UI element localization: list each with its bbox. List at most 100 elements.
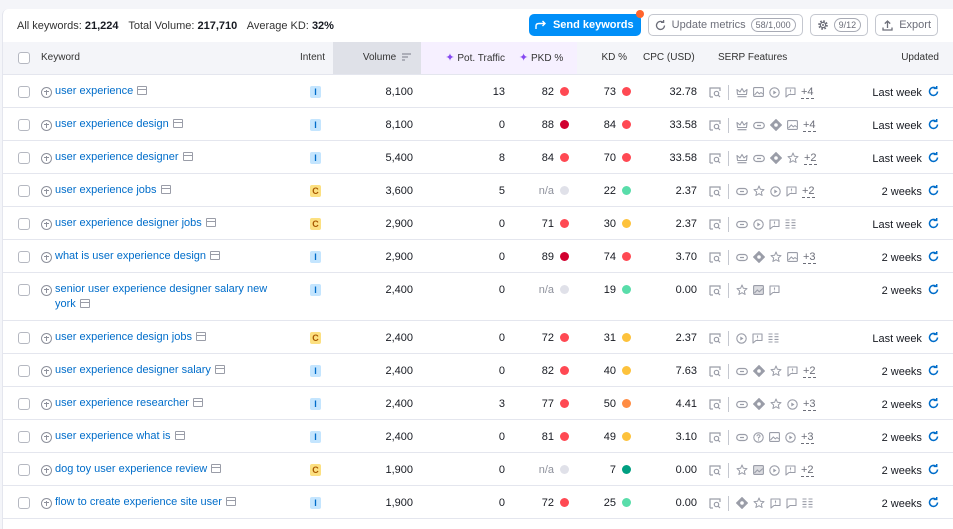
serp-more-button[interactable]: +3 <box>803 251 816 264</box>
serp-image-check-icon[interactable] <box>753 285 764 295</box>
serp-star-icon[interactable] <box>787 152 799 164</box>
keyword-link[interactable]: user experience <box>55 85 133 97</box>
keyword-link[interactable]: user experience jobs <box>55 184 157 196</box>
refresh-row-icon[interactable] <box>928 283 939 295</box>
add-to-list-icon[interactable] <box>41 398 52 410</box>
serp-link-icon[interactable] <box>753 121 765 130</box>
serp-video-icon[interactable] <box>770 185 781 197</box>
serp-preview-icon[interactable] <box>709 284 721 296</box>
serp-preview-icon[interactable] <box>709 251 721 263</box>
serp-snapshot-icon[interactable] <box>160 184 171 194</box>
refresh-row-icon[interactable] <box>928 85 939 97</box>
col-keyword[interactable]: Keyword <box>41 42 289 75</box>
serp-star-icon[interactable] <box>753 185 765 197</box>
keyword-link[interactable]: user experience designer <box>55 151 179 163</box>
col-kd[interactable]: KD % <box>577 42 637 75</box>
serp-preview-icon[interactable] <box>709 119 721 131</box>
serp-snapshot-icon[interactable] <box>205 217 216 227</box>
serp-list-icon[interactable] <box>802 498 813 508</box>
add-to-list-icon[interactable] <box>41 251 52 263</box>
serp-preview-icon[interactable] <box>709 431 721 443</box>
serp-snapshot-icon[interactable] <box>210 250 221 260</box>
serp-link-icon[interactable] <box>736 220 748 229</box>
serp-link-icon[interactable] <box>736 367 748 376</box>
serp-preview-icon[interactable] <box>709 398 721 410</box>
serp-snapshot-icon[interactable] <box>192 397 203 407</box>
serp-review-icon[interactable] <box>787 365 798 377</box>
serp-snapshot-icon[interactable] <box>137 85 148 95</box>
serp-link-icon[interactable] <box>736 400 748 409</box>
serp-review-icon[interactable] <box>786 185 797 197</box>
serp-preview-icon[interactable] <box>709 464 721 476</box>
keyword-link[interactable]: user experience design jobs <box>55 331 192 343</box>
row-checkbox[interactable] <box>18 85 30 98</box>
serp-preview-icon[interactable] <box>709 332 721 344</box>
serp-crown-icon[interactable] <box>736 87 748 98</box>
serp-review-icon[interactable] <box>769 218 780 230</box>
serp-review-icon[interactable] <box>785 464 796 476</box>
col-cpc[interactable]: CPC (USD) <box>637 42 697 75</box>
serp-more-button[interactable]: +3 <box>801 431 814 444</box>
row-checkbox[interactable] <box>18 118 30 131</box>
serp-image-icon[interactable] <box>787 120 798 130</box>
serp-more-button[interactable]: +4 <box>801 86 814 99</box>
serp-star-icon[interactable] <box>753 497 765 509</box>
serp-link-icon[interactable] <box>736 433 748 442</box>
row-checkbox[interactable] <box>18 496 30 509</box>
row-checkbox[interactable] <box>18 364 30 377</box>
refresh-row-icon[interactable] <box>928 331 939 343</box>
row-checkbox[interactable] <box>18 217 30 230</box>
export-button[interactable]: Export <box>875 14 938 36</box>
serp-diamond-icon[interactable] <box>770 119 782 131</box>
keyword-link[interactable]: user experience what is <box>55 430 171 442</box>
serp-preview-icon[interactable] <box>709 365 721 377</box>
column-settings-button[interactable]: 9/12 <box>809 14 869 36</box>
row-checkbox[interactable] <box>18 184 30 197</box>
serp-snapshot-icon[interactable] <box>174 430 185 440</box>
serp-star-icon[interactable] <box>770 251 782 263</box>
refresh-row-icon[interactable] <box>928 496 939 508</box>
refresh-row-icon[interactable] <box>928 397 939 409</box>
add-to-list-icon[interactable] <box>41 431 52 443</box>
row-checkbox[interactable] <box>18 331 30 344</box>
serp-star-icon[interactable] <box>736 464 748 476</box>
col-pot-traffic[interactable]: ✦ Pot. Traffic <box>421 42 509 75</box>
serp-snapshot-icon[interactable] <box>214 364 225 374</box>
serp-more-button[interactable]: +2 <box>801 464 814 477</box>
keyword-link[interactable]: user experience design <box>55 118 169 130</box>
serp-more-button[interactable]: +4 <box>803 119 816 132</box>
serp-snapshot-icon[interactable] <box>211 463 222 473</box>
keyword-link[interactable]: user experience researcher <box>55 397 189 409</box>
row-checkbox[interactable] <box>18 397 30 410</box>
serp-star-icon[interactable] <box>770 398 782 410</box>
serp-image-icon[interactable] <box>787 252 798 262</box>
serp-diamond-icon[interactable] <box>753 365 765 377</box>
serp-snapshot-icon[interactable] <box>172 118 183 128</box>
serp-list-icon[interactable] <box>785 219 796 229</box>
add-to-list-icon[interactable] <box>41 464 52 476</box>
serp-diamond-icon[interactable] <box>753 398 765 410</box>
serp-preview-icon[interactable] <box>709 218 721 230</box>
col-pkd[interactable]: ✦ PKD % <box>509 42 577 75</box>
serp-review-icon[interactable] <box>785 86 796 98</box>
serp-video-icon[interactable] <box>787 398 798 410</box>
refresh-row-icon[interactable] <box>928 184 939 196</box>
add-to-list-icon[interactable] <box>41 497 52 509</box>
refresh-row-icon[interactable] <box>928 250 939 262</box>
refresh-row-icon[interactable] <box>928 430 939 442</box>
row-checkbox[interactable] <box>18 463 30 476</box>
add-to-list-icon[interactable] <box>41 332 52 344</box>
serp-snapshot-icon[interactable] <box>79 298 90 308</box>
serp-comment-icon[interactable] <box>786 497 797 509</box>
update-metrics-button[interactable]: Update metrics 58/1,000 <box>647 14 803 36</box>
add-to-list-icon[interactable] <box>41 185 52 197</box>
serp-image-icon[interactable] <box>769 432 780 442</box>
keyword-link[interactable]: flow to create experience site user <box>55 496 222 508</box>
refresh-row-icon[interactable] <box>928 463 939 475</box>
serp-diamond-icon[interactable] <box>753 251 765 263</box>
refresh-row-icon[interactable] <box>928 217 939 229</box>
refresh-row-icon[interactable] <box>928 151 939 163</box>
serp-review-icon[interactable] <box>770 497 781 509</box>
serp-snapshot-icon[interactable] <box>195 331 206 341</box>
keyword-link[interactable]: user experience designer jobs <box>55 217 202 229</box>
